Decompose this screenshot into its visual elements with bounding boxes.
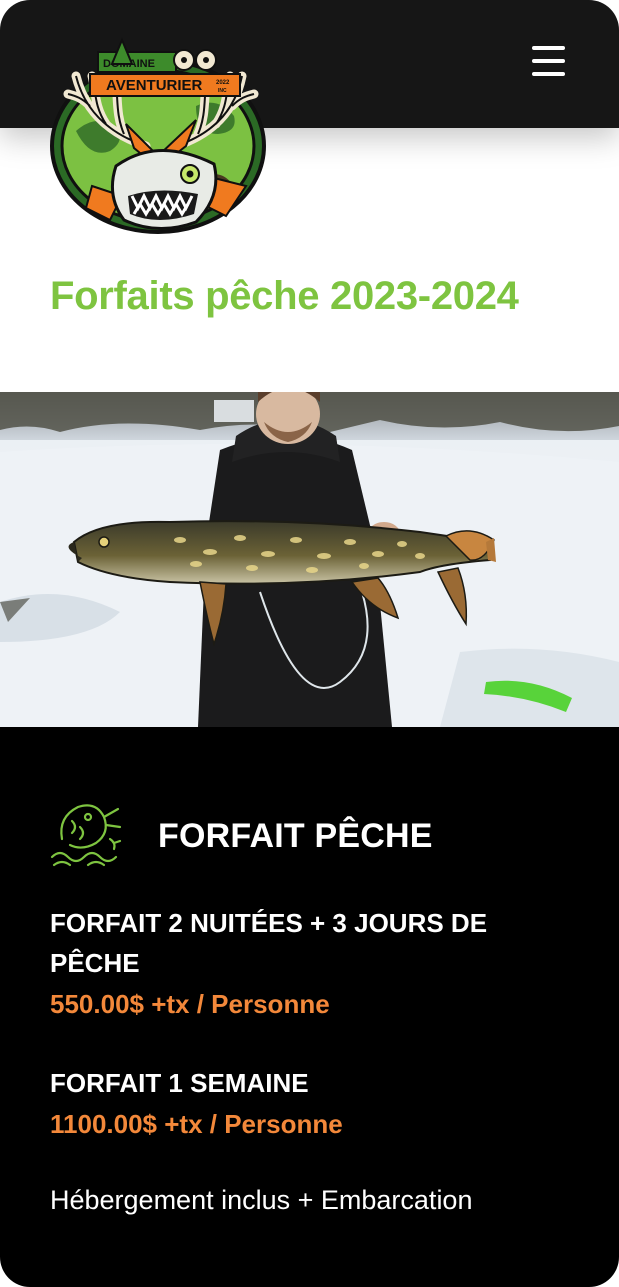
fish-icon bbox=[50, 804, 122, 867]
deer-fish-logo-icon: DOMAINE AVENTURIER 2022 INC bbox=[50, 37, 266, 234]
package-name: FORFAIT 1 SEMAINE bbox=[50, 1068, 309, 1098]
svg-text:AVENTURIER: AVENTURIER bbox=[106, 77, 203, 94]
hero-photo bbox=[0, 392, 619, 727]
site-logo[interactable]: DOMAINE AVENTURIER 2022 INC bbox=[46, 36, 272, 246]
package-price: 550.00$ +tx / Personne bbox=[50, 989, 330, 1019]
menu-line bbox=[532, 72, 565, 76]
hamburger-menu-icon[interactable] bbox=[528, 42, 568, 82]
svg-text:INC: INC bbox=[218, 88, 227, 94]
package-name: FORFAIT 2 NUITÉES + 3 JOURS DE PÊCHE bbox=[50, 908, 488, 978]
page-frame: DOMAINE AVENTURIER 2022 INC Forfaits pêc… bbox=[0, 0, 619, 1287]
package-heading: FORFAIT PÊCHE bbox=[158, 817, 433, 855]
ice-fisherman-photo-icon bbox=[0, 392, 619, 727]
page-title: Forfaits pêche 2023-2024 bbox=[50, 274, 519, 318]
menu-line bbox=[532, 46, 565, 50]
menu-line bbox=[532, 59, 565, 63]
fishing-package-section: FORFAIT PÊCHE FORFAIT 2 NUITÉES + 3 JOUR… bbox=[0, 727, 619, 1287]
package-price: 1100.00$ +tx / Personne bbox=[50, 1109, 343, 1139]
svg-text:2022: 2022 bbox=[216, 80, 230, 86]
package-inclusions-note: Hébergement inclus + Embarcation bbox=[50, 1185, 473, 1215]
